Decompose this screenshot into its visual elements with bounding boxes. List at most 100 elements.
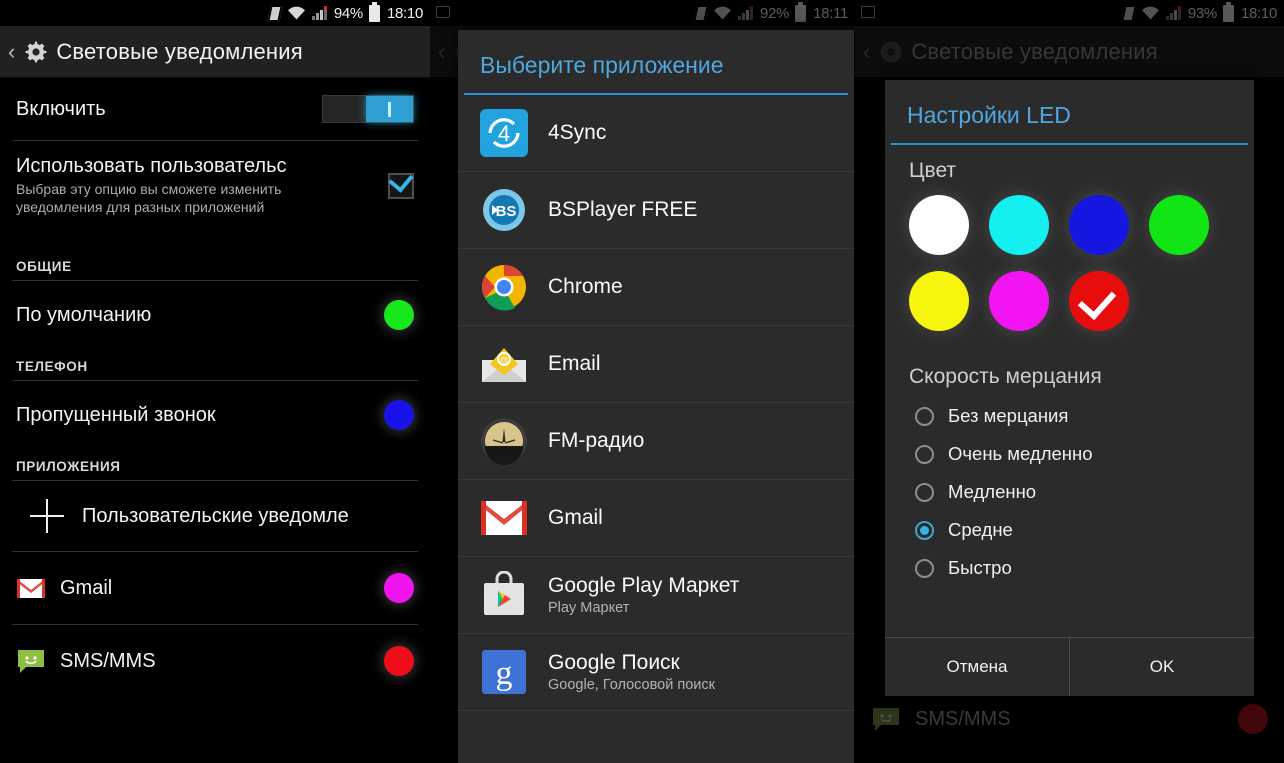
color-swatch-white[interactable] [909,195,969,255]
app-picker-title: Выберите приложение [480,52,724,78]
battery-icon [368,1,380,22]
color-swatch-yellow[interactable] [909,271,969,331]
color-dot-missed-call[interactable] [384,400,414,430]
fm-radio-icon [476,413,532,469]
radio-option-medium[interactable]: Средне [915,511,1230,549]
screen-settings-list: 94% 18:10 ‹ Световые уведомления Включит… [0,0,430,763]
app-name: Google Play Маркет [548,574,740,597]
bsplayer-icon: BS [476,182,532,238]
custom-label: Использовать пользовательс [16,155,287,177]
custom-checkbox[interactable] [388,167,414,199]
color-dot-default[interactable] [384,300,414,330]
add-custom-label: Пользовательские уведомле [82,504,349,527]
radio-option-very-slow[interactable]: Очень медленно [915,435,1230,473]
row-custom-notifications[interactable]: Использовать пользовательс Выбрав эту оп… [0,141,430,249]
signal-icon [311,5,328,20]
custom-description: Выбрав эту опцию вы сможете изменить уве… [16,181,282,215]
list-item[interactable]: Chrome [458,249,854,326]
radio-button[interactable] [915,482,934,502]
app-list[interactable]: 4 4Sync BS BSPlayer FREE Chrome @ Email … [458,95,854,711]
app-subtitle: Play Маркет [548,600,630,616]
radio-label: Без мерцания [948,405,1069,426]
row-add-custom-notification[interactable]: Пользовательские уведомле [0,481,430,551]
color-swatch-magenta[interactable] [989,271,1049,331]
settings-content-1: Включить Использовать пользовательс Выбр… [0,78,430,763]
color-swatch-row [909,271,1230,331]
three-phone-screenshots: 94% 18:10 ‹ Световые уведомления Включит… [0,0,1284,763]
app-name: 4Sync [548,121,607,144]
svg-text:4: 4 [498,121,510,146]
row-sms-mms[interactable]: SMS/MMS [0,625,430,697]
row-enable[interactable]: Включить [0,78,430,140]
sms-icon [16,646,46,676]
app-name: BSPlayer FREE [548,198,698,221]
gmail-icon [16,573,46,603]
back-chevron-icon[interactable]: ‹ [8,40,15,63]
color-section-label: Цвет [909,159,957,182]
gear-icon [22,38,50,66]
switch-track-off [323,96,366,122]
radio-option-fast[interactable]: Быстро [915,549,1230,587]
list-item[interactable]: FM-радио [458,403,854,480]
gmail-label: Gmail [60,576,113,599]
wifi-icon [287,6,306,20]
list-item[interactable]: @ Email [458,326,854,403]
enable-toggle-switch[interactable] [322,95,414,123]
radio-option-slow[interactable]: Медленно [915,473,1230,511]
radio-button[interactable] [915,444,934,464]
svg-text:@: @ [499,355,508,365]
list-item[interactable]: Gmail [458,480,854,557]
screen-app-picker: 92% 18:11 ‹ Световые уведомления Выберит… [430,0,855,763]
color-swatch-grid[interactable] [885,187,1254,351]
list-item[interactable]: BS BSPlayer FREE [458,172,854,249]
list-item[interactable]: 4 4Sync [458,95,854,172]
section-header-apps: ПРИЛОЖЕНИЯ [16,459,121,474]
radio-button-selected[interactable] [915,520,934,540]
row-gmail[interactable]: Gmail [0,552,430,624]
page-title-1: Световые уведомления [56,38,303,64]
section-header-phone: ТЕЛЕФОН [16,359,88,374]
list-item[interactable]: g Google Поиск Google, Голосовой поиск [458,634,854,711]
led-dialog-title: Настройки LED [907,102,1071,128]
email-icon: @ [476,336,532,392]
blink-speed-radio-group[interactable]: Без мерцания Очень медленно Медленно Сре… [885,393,1254,599]
color-swatch-blue[interactable] [1069,195,1129,255]
sim-icon [267,4,283,22]
led-settings-dialog: Настройки LED Цвет Скорость мерцания Без… [885,80,1254,696]
chrome-icon [476,259,532,315]
color-swatch-cyan[interactable] [989,195,1049,255]
row-missed-call[interactable]: Пропущенный звонок [0,381,430,449]
list-item[interactable]: Google Play Маркет Play Маркет [458,557,854,634]
app-picker-dialog: Выберите приложение 4 4Sync BS BSPlayer … [458,30,854,763]
radio-button[interactable] [915,406,934,426]
default-label: По умолчанию [16,303,152,326]
cancel-button[interactable]: Отмена [885,638,1069,696]
checkmark-icon [388,167,414,193]
color-dot-sms[interactable] [384,646,414,676]
radio-label: Быстро [948,557,1012,578]
color-swatch-red-selected[interactable] [1069,271,1129,331]
app-name: Chrome [548,275,623,298]
missed-call-label: Пропущенный звонок [16,403,216,426]
enable-label: Включить [16,97,106,120]
radio-label: Средне [948,519,1013,540]
color-dot-gmail[interactable] [384,573,414,603]
sms-label: SMS/MMS [60,649,156,672]
radio-label: Очень медленно [948,443,1093,464]
color-swatch-green[interactable] [1149,195,1209,255]
plus-icon [30,499,64,533]
row-default[interactable]: По умолчанию [0,281,430,349]
svg-text:BS: BS [496,203,517,220]
app-name: Gmail [548,506,603,529]
app-name: Email [548,352,601,375]
status-bar-1: 94% 18:10 [0,0,430,26]
4sync-icon: 4 [476,105,532,161]
ok-button[interactable]: OK [1069,638,1254,696]
gmail-icon [476,490,532,546]
dialog-button-bar: Отмена OK [885,637,1254,696]
play-store-icon [476,567,532,623]
radio-option-no-blink[interactable]: Без мерцания [915,397,1230,435]
radio-button[interactable] [915,558,934,578]
action-bar-1[interactable]: ‹ Световые уведомления [0,26,430,78]
google-search-icon: g [476,644,532,700]
